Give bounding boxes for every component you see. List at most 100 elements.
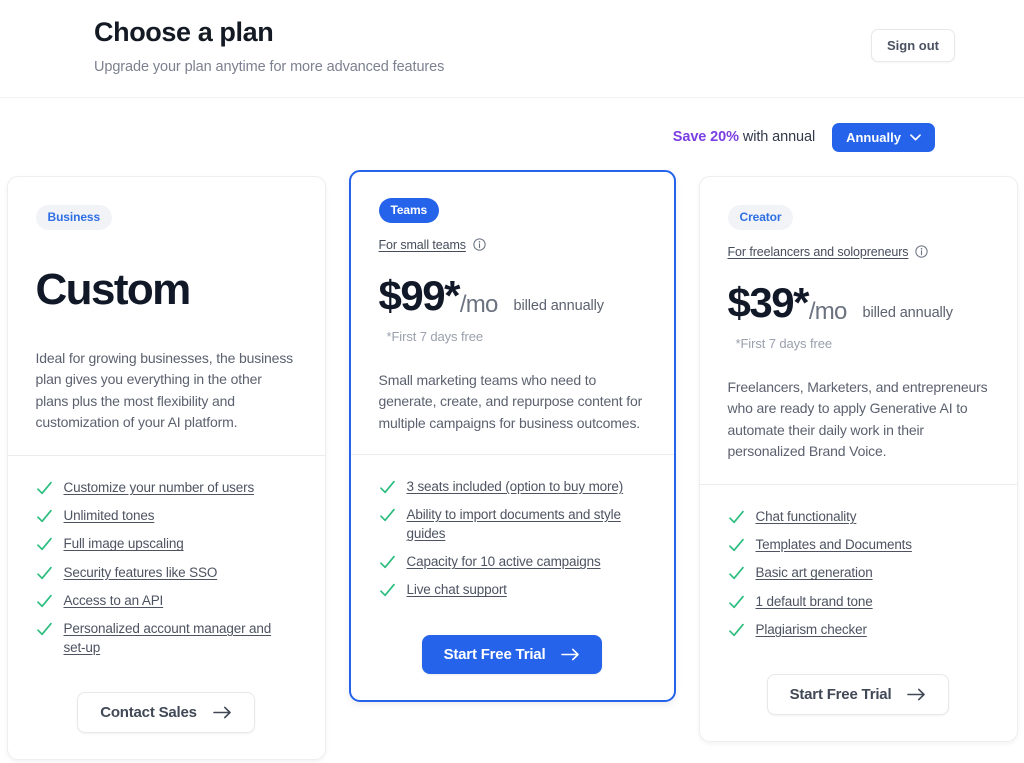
cta-button-creator[interactable]: Start Free Trial — [766, 673, 950, 715]
list-item: Customize your number of users — [36, 478, 297, 497]
plan-headline-business: Custom — [35, 265, 192, 314]
pricing-card-teams: Teams For small teams $99*/mo billed annual… — [348, 170, 676, 702]
cta-wrap-creator: Start Free Trial — [728, 648, 989, 741]
list-item: 1 default brand tone — [728, 592, 989, 611]
plan-badge-business: Business — [35, 205, 113, 230]
plan-description-teams: Small marketing teams who need to genera… — [378, 372, 643, 431]
plan-price-period-teams: /mo — [459, 291, 498, 318]
feature-label[interactable]: Live chat support — [407, 580, 507, 599]
feature-label[interactable]: Capacity for 10 active campaigns — [407, 552, 601, 571]
check-icon — [36, 565, 53, 582]
card-bottom-business: Customize your number of users Unlimited … — [8, 456, 325, 759]
cta-label-teams: Start Free Trial — [443, 645, 546, 663]
check-icon — [36, 508, 53, 525]
pricing-card-business: Business Custom Ideal for growing business… — [6, 176, 326, 761]
cta-button-business[interactable]: Contact Sales — [77, 692, 255, 734]
check-icon — [379, 582, 396, 599]
feature-label[interactable]: Access to an API — [64, 591, 164, 610]
cta-label-creator: Start Free Trial — [789, 685, 892, 703]
list-item: Unlimited tones — [36, 506, 297, 525]
plan-price-billing-teams: billed annually — [513, 298, 605, 314]
feature-label[interactable]: 1 default brand tone — [756, 592, 873, 611]
list-item: Security features like SSO — [36, 563, 297, 582]
info-circle-icon[interactable] — [915, 245, 929, 258]
pricing-cards-container: Business Custom Ideal for growing business… — [0, 170, 1024, 761]
feature-label[interactable]: Basic art generation — [756, 563, 873, 582]
feature-label[interactable]: Personalized account manager and set-up — [64, 619, 297, 657]
cta-wrap-teams: Start Free Trial — [379, 609, 646, 700]
check-icon — [379, 507, 396, 524]
feature-label[interactable]: Templates and Documents — [756, 535, 913, 554]
page-header: Choose a plan Upgrade your plan anytime … — [0, 0, 1024, 98]
list-item: Live chat support — [379, 580, 646, 599]
list-item: Access to an API — [36, 591, 297, 610]
check-icon — [728, 509, 745, 526]
cta-wrap-business: Contact Sales — [36, 666, 297, 759]
card-bottom-creator: Chat functionality Templates and Document… — [700, 485, 1017, 741]
check-icon — [728, 565, 745, 582]
plan-price-row-teams: $99*/mo billed annually — [378, 272, 646, 319]
feature-label[interactable]: Security features like SSO — [64, 563, 218, 582]
page-title: Choose a plan — [94, 17, 274, 47]
plan-price-billing-creator: billed annually — [862, 305, 954, 321]
plan-tagline-row-teams: For small teams — [379, 236, 646, 253]
plan-price-note-teams: *First 7 days free — [386, 329, 484, 344]
feature-label[interactable]: Plagiarism checker — [756, 620, 867, 639]
arrow-right-icon — [907, 688, 926, 701]
plan-price-amount-creator: $39* — [727, 279, 810, 326]
check-icon — [379, 554, 396, 571]
feature-label[interactable]: Customize your number of users — [64, 478, 255, 497]
sign-out-button[interactable]: Sign out — [871, 29, 955, 62]
check-icon — [728, 622, 745, 639]
plan-price-row-creator: $39*/mo billed annually — [727, 279, 989, 326]
card-bottom-teams: 3 seats included (option to buy more) Abi… — [351, 455, 674, 700]
plan-price-amount-teams: $99* — [378, 272, 461, 319]
savings-suffix: with annual — [738, 129, 816, 145]
card-top-teams: Teams For small teams $99*/mo billed annual… — [351, 172, 674, 454]
list-item: Templates and Documents — [728, 535, 989, 554]
arrow-right-icon — [561, 648, 580, 661]
check-icon — [728, 537, 745, 554]
check-icon — [36, 621, 53, 638]
feature-list-teams: 3 seats included (option to buy more) Abi… — [379, 477, 646, 609]
check-icon — [36, 593, 53, 610]
plan-price-note-creator: *First 7 days free — [735, 336, 833, 351]
feature-list-creator: Chat functionality Templates and Document… — [728, 507, 989, 648]
check-icon — [379, 479, 396, 496]
cta-label-business: Contact Sales — [100, 704, 197, 722]
plan-description-creator: Freelancers, Marketers, and entrepreneur… — [727, 379, 988, 459]
billing-period-value: Annually — [846, 129, 901, 145]
plan-tagline-creator[interactable]: For freelancers and solopreneurs — [728, 245, 909, 259]
list-item: Plagiarism checker — [728, 620, 989, 639]
plan-tagline-teams[interactable]: For small teams — [379, 238, 467, 252]
feature-label[interactable]: Unlimited tones — [64, 506, 155, 525]
card-top-business: Business Custom Ideal for growing business… — [8, 177, 325, 455]
cta-button-teams[interactable]: Start Free Trial — [421, 634, 603, 674]
feature-label[interactable]: 3 seats included (option to buy more) — [407, 477, 624, 496]
info-circle-icon[interactable] — [473, 238, 486, 251]
chevron-down-icon — [910, 133, 921, 141]
feature-label[interactable]: Chat functionality — [756, 507, 857, 526]
billing-period-select[interactable]: Annually — [832, 122, 935, 152]
list-item: Full image upscaling — [36, 534, 297, 553]
card-top-creator: Creator For freelancers and solopreneurs $… — [700, 177, 1017, 484]
savings-percent: Save 20% — [672, 129, 739, 145]
annual-savings-note: Save 20% with annual — [673, 129, 815, 145]
plan-badge-teams: Teams — [378, 198, 440, 223]
check-icon — [36, 536, 53, 553]
plan-badge-creator: Creator — [727, 205, 794, 230]
plan-price-period-creator: /mo — [808, 298, 847, 325]
check-icon — [36, 480, 53, 497]
feature-list-business: Customize your number of users Unlimited … — [36, 478, 297, 666]
billing-period-row: Save 20% with annual Annually — [0, 98, 1024, 176]
feature-label[interactable]: Ability to import documents and style gu… — [407, 505, 646, 543]
list-item: 3 seats included (option to buy more) — [379, 477, 646, 496]
list-item: Capacity for 10 active campaigns — [379, 552, 646, 571]
arrow-right-icon — [212, 706, 232, 719]
check-icon — [728, 594, 745, 611]
plan-tagline-row-creator: For freelancers and solopreneurs — [728, 243, 989, 260]
plan-description-business: Ideal for growing businesses, the busine… — [35, 350, 294, 430]
feature-label[interactable]: Full image upscaling — [64, 534, 184, 553]
list-item: Basic art generation — [728, 563, 989, 582]
pricing-card-creator: Creator For freelancers and solopreneurs $… — [698, 176, 1018, 742]
